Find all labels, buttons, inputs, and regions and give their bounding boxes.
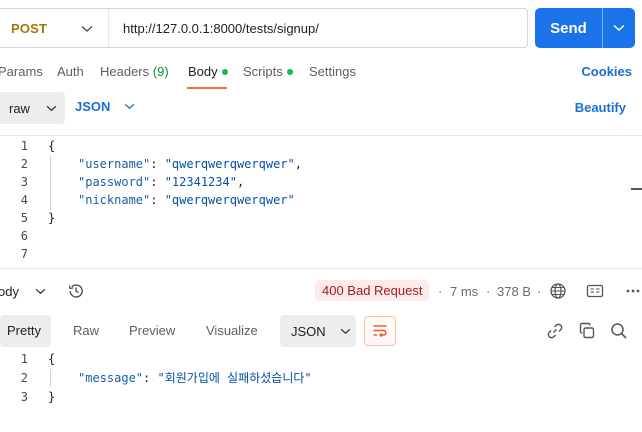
tab-scripts[interactable]: Scripts (243, 64, 293, 79)
chevron-down-icon (613, 24, 625, 31)
chevron-down-icon (81, 21, 93, 36)
open-brace: { (48, 139, 56, 153)
send-button[interactable]: Send (535, 8, 635, 48)
json-key-password: "password" (78, 175, 151, 189)
line-number: 1 (20, 352, 28, 366)
line-number: 6 (20, 229, 28, 243)
wrap-lines-icon (373, 325, 387, 338)
search-icon[interactable] (610, 322, 628, 340)
json-key-username: "username" (78, 157, 151, 171)
response-bar: ody 400 Bad Request · 7 ms · 378 B · (0, 276, 642, 306)
save-response-icon[interactable] (586, 282, 604, 300)
body-mode-label: raw (9, 100, 30, 116)
line-number: 5 (20, 211, 28, 225)
line-number: 2 (20, 157, 28, 171)
json-key-nickname: "nickname" (78, 193, 151, 207)
body-mode-select[interactable]: raw (0, 92, 65, 124)
history-icon[interactable] (67, 282, 85, 300)
json-value-password: "12341234" (164, 175, 237, 189)
tab-headers-label: Headers (100, 64, 150, 79)
chevron-down-icon (35, 288, 46, 295)
close-brace: } (48, 390, 56, 404)
url-bar: POST http://127.0.0.1:8000/tests/signup/ (0, 8, 528, 48)
json-value-username: "qwerqwerqwerqwer" (164, 157, 295, 171)
method-label: POST (11, 20, 48, 36)
chevron-down-icon (46, 105, 57, 111)
url-input[interactable]: http://127.0.0.1:8000/tests/signup/ (109, 21, 319, 36)
tab-body-label: Body (188, 64, 218, 79)
scripts-indicator-dot (286, 69, 293, 75)
response-format-label: JSON (291, 323, 326, 339)
indent-guide (50, 369, 51, 387)
cookies-link[interactable]: Cookies (581, 64, 632, 79)
meta-separator: · (486, 284, 491, 299)
response-time[interactable]: 7 ms (450, 284, 478, 299)
chevron-down-icon (340, 328, 350, 334)
body-indicator-dot (221, 69, 228, 75)
line-number: 7 (20, 247, 28, 261)
open-brace: { (48, 352, 56, 366)
tab-visualize[interactable]: Visualize (206, 315, 258, 347)
globe-icon[interactable] (549, 282, 567, 300)
send-label: Send (550, 19, 587, 37)
json-value-message: "회원가입에 실패하셨습니다" (157, 371, 312, 385)
link-icon[interactable] (546, 322, 564, 340)
line-number: 4 (20, 193, 28, 207)
tab-params[interactable]: Params (0, 64, 43, 79)
meta-separator: · (438, 284, 443, 299)
line-number: 3 (20, 175, 28, 189)
tab-settings[interactable]: Settings (309, 64, 356, 79)
active-tab-indicator (187, 87, 227, 89)
editor-scrollbar[interactable] (631, 188, 642, 190)
more-icon[interactable] (624, 282, 642, 300)
response-section-select[interactable]: ody (0, 284, 46, 299)
tab-scripts-label: Scripts (243, 64, 283, 79)
body-format-select[interactable]: JSON (75, 99, 135, 114)
tab-auth[interactable]: Auth (57, 64, 84, 79)
response-view-bar: Pretty Raw Preview Visualize JSON (0, 315, 642, 347)
line-number: 2 (20, 371, 28, 385)
close-brace: } (48, 211, 56, 225)
copy-icon[interactable] (578, 322, 596, 340)
tab-preview[interactable]: Preview (129, 315, 175, 347)
method-selector[interactable]: POST (0, 9, 109, 47)
body-options-bar: raw JSON Beautify (0, 92, 642, 124)
indent-guide (50, 156, 51, 210)
request-tabs: Params Auth Headers (9) Body Scripts Set… (0, 59, 642, 89)
response-section-label: ody (0, 284, 19, 299)
tab-raw[interactable]: Raw (73, 315, 99, 347)
line-number: 1 (20, 139, 28, 153)
response-format-select[interactable]: JSON (280, 315, 356, 347)
tab-headers[interactable]: Headers (9) (100, 64, 169, 79)
tab-body[interactable]: Body (188, 64, 228, 79)
editor-divider (0, 135, 642, 136)
chevron-down-icon (125, 103, 135, 110)
json-value-nickname: "qwerqwerqwerqwer" (164, 193, 295, 207)
status-badge[interactable]: 400 Bad Request (315, 280, 430, 301)
headers-count: (9) (152, 64, 169, 79)
tab-pretty[interactable]: Pretty (0, 315, 51, 347)
wrap-lines-button[interactable] (364, 316, 396, 346)
body-format-label: JSON (75, 99, 111, 114)
line-number: 3 (20, 390, 28, 404)
json-key-message: "message" (78, 371, 144, 385)
send-options-button[interactable] (603, 24, 635, 32)
beautify-button[interactable]: Beautify (575, 100, 626, 115)
meta-separator: · (537, 284, 542, 299)
response-size[interactable]: 378 B (497, 284, 531, 299)
response-divider (0, 268, 642, 269)
